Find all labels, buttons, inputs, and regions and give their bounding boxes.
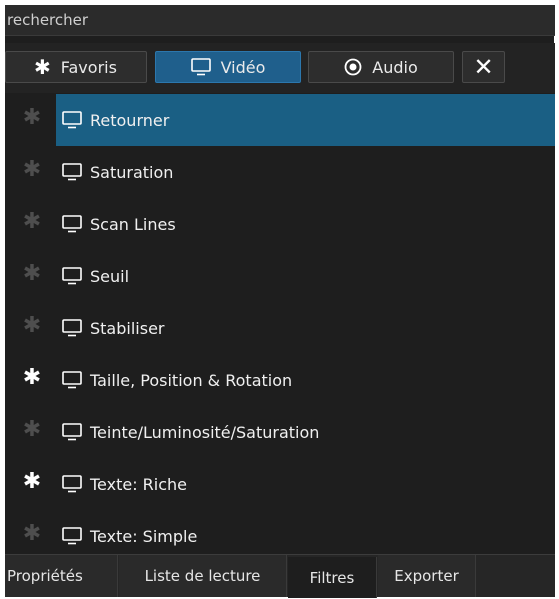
monitor-icon — [62, 319, 82, 337]
filter-label: Retourner — [90, 110, 170, 130]
monitor-icon — [62, 527, 82, 545]
bottom-tab-bar: Propriétés Liste de lecture Filtres Expo… — [5, 554, 555, 598]
video-button[interactable]: Vidéo — [155, 51, 301, 83]
favorite-star-icon[interactable]: ✱ — [22, 471, 42, 493]
favorite-star-icon[interactable]: ✱ — [22, 367, 42, 389]
favorite-star-icon[interactable]: ✱ — [22, 523, 42, 545]
favorite-star-icon[interactable]: ✱ — [22, 263, 42, 285]
monitor-icon — [62, 111, 82, 129]
monitor-icon — [62, 475, 82, 493]
filter-list-item[interactable]: ✱ Stabiliser — [5, 302, 555, 354]
monitor-icon — [62, 423, 82, 441]
close-icon: ✕ — [473, 53, 494, 81]
filter-label: Teinte/Luminosité/Saturation — [90, 422, 320, 442]
tab-label: Exporter — [394, 567, 459, 585]
tab-label: Filtres — [309, 568, 355, 587]
filters-panel: ✱ Favoris Vidéo Audio ✕ ✱ Retourner ✱ Satur… — [0, 0, 559, 599]
filter-row-body[interactable]: Scan Lines — [56, 198, 555, 250]
favorite-star-icon[interactable]: ✱ — [22, 315, 42, 337]
filter-label: Seuil — [90, 266, 130, 286]
filter-label: Scan Lines — [90, 214, 176, 234]
filter-label: Stabiliser — [90, 318, 165, 338]
filter-list-item[interactable]: ✱ Teinte/Luminosité/Saturation — [5, 406, 555, 458]
filter-list-item[interactable]: ✱ Retourner — [5, 94, 555, 146]
filter-toolbar: ✱ Favoris Vidéo Audio ✕ — [5, 43, 555, 93]
filter-list-item[interactable]: ✱ Saturation — [5, 146, 555, 198]
tab-filters[interactable]: Filtres — [288, 557, 377, 598]
tab-label: Propriétés — [7, 567, 83, 585]
filter-list-item[interactable]: ✱ Scan Lines — [5, 198, 555, 250]
audio-button-label: Audio — [372, 57, 418, 77]
filter-row-body[interactable]: Texte: Riche — [56, 458, 555, 510]
filter-row-body[interactable]: Retourner — [56, 94, 555, 146]
filter-list-item[interactable]: ✱ Texte: Riche — [5, 458, 555, 510]
filter-list: ✱ Retourner ✱ Saturation ✱ Scan Lines ✱ Seuil ✱ S… — [5, 93, 555, 554]
favorite-star-icon[interactable]: ✱ — [22, 159, 42, 181]
star-icon: ✱ — [34, 55, 51, 79]
favorite-star-icon[interactable]: ✱ — [22, 419, 42, 441]
filter-label: Texte: Simple — [90, 526, 198, 546]
radio-button-icon — [344, 58, 362, 76]
tab-label: Liste de lecture — [144, 567, 261, 585]
tab-playlist[interactable]: Liste de lecture — [119, 555, 287, 597]
filter-row-body[interactable]: Stabiliser — [56, 302, 555, 354]
video-button-label: Vidéo — [220, 57, 266, 77]
monitor-icon — [62, 215, 82, 233]
favorites-button[interactable]: ✱ Favoris — [5, 51, 147, 83]
filter-row-body[interactable]: Saturation — [56, 146, 555, 198]
filter-label: Saturation — [90, 162, 174, 182]
tab-export[interactable]: Exporter — [378, 555, 476, 597]
filter-list-item[interactable]: ✱ Seuil — [5, 250, 555, 302]
filter-row-body[interactable]: Taille, Position & Rotation — [56, 354, 555, 406]
monitor-icon — [190, 58, 211, 76]
close-button[interactable]: ✕ — [462, 51, 505, 83]
favorite-star-icon[interactable]: ✱ — [22, 211, 42, 233]
search-box — [5, 5, 555, 36]
filter-label: Texte: Riche — [90, 474, 188, 494]
audio-button[interactable]: Audio — [308, 51, 454, 83]
filter-label: Taille, Position & Rotation — [90, 370, 293, 390]
filter-row-body[interactable]: Seuil — [56, 250, 555, 302]
monitor-icon — [62, 371, 82, 389]
filter-list-item[interactable]: ✱ Taille, Position & Rotation — [5, 354, 555, 406]
filter-row-body[interactable]: Teinte/Luminosité/Saturation — [56, 406, 555, 458]
favorites-button-label: Favoris — [60, 57, 117, 77]
monitor-icon — [62, 163, 82, 181]
tab-proprietes[interactable]: Propriétés — [5, 555, 118, 597]
favorite-star-icon[interactable]: ✱ — [22, 107, 42, 129]
search-input[interactable] — [5, 5, 555, 35]
monitor-icon — [62, 267, 82, 285]
